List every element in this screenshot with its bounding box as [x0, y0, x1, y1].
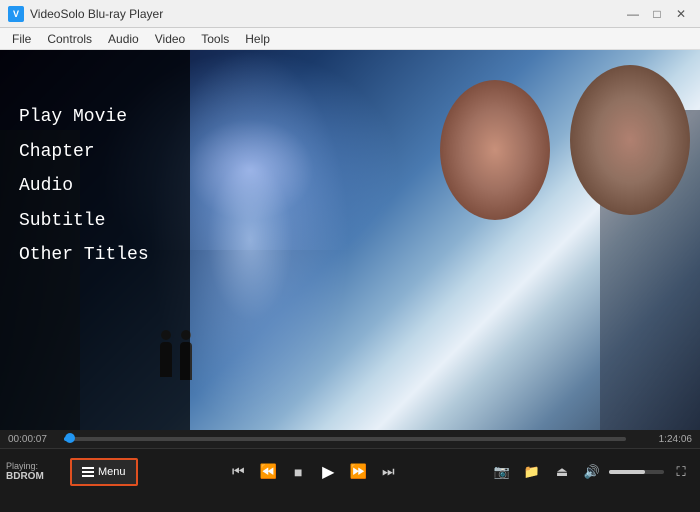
stop-button[interactable]: ■ [284, 458, 312, 486]
right-controls: 📷 📁 ⏏ 🔊 ⛶ [489, 459, 694, 485]
playing-label: Playing: [6, 461, 66, 471]
rewind-button[interactable]: ⏪ [254, 458, 282, 486]
maximize-button[interactable]: □ [646, 5, 668, 23]
menu-item-audio[interactable]: Audio [100, 30, 147, 48]
menu-line-2 [82, 471, 94, 473]
menu-line-3 [82, 475, 94, 477]
playing-info: Playing: BDROM [6, 461, 66, 482]
time-total: 1:24:06 [632, 434, 692, 445]
prev-button[interactable]: ⏮ [224, 458, 252, 486]
next-button[interactable]: ⏭ [374, 458, 402, 486]
character-woman [420, 70, 570, 390]
volume-button[interactable]: 🔊 [579, 459, 605, 485]
time-current: 00:00:07 [8, 434, 58, 445]
app-title: VideoSolo Blu-ray Player [30, 7, 622, 21]
menu-item-video[interactable]: Video [147, 30, 193, 48]
transport-controls: ⏮ ⏪ ■ ▶ ⏩ ⏭ [224, 458, 402, 486]
volume-track[interactable] [609, 470, 664, 474]
window-controls: — □ ✕ [622, 5, 692, 23]
context-menu-item-chapter[interactable]: Chapter [15, 135, 153, 170]
man-face-oval [570, 65, 690, 215]
context-menu-item-other-titles[interactable]: Other Titles [15, 238, 153, 273]
minimize-button[interactable]: — [622, 5, 644, 23]
volume-fill [609, 470, 645, 474]
screenshot-button[interactable]: 📷 [489, 459, 515, 485]
menu-icon [82, 467, 94, 477]
volume-control: 🔊 [579, 459, 664, 485]
app-logo: V [8, 6, 24, 22]
playing-source: BDROM [6, 471, 66, 482]
context-menu: Play MovieChapterAudioSubtitleOther Titl… [15, 100, 153, 273]
fullscreen-button[interactable]: ⛶ [668, 459, 694, 485]
fast-forward-button[interactable]: ⏩ [344, 458, 372, 486]
menu-item-help[interactable]: Help [237, 30, 278, 48]
context-menu-item-play-movie[interactable]: Play Movie [15, 100, 153, 135]
menu-item-file[interactable]: File [4, 30, 39, 48]
folder-button[interactable]: 📁 [519, 459, 545, 485]
menu-label: Menu [98, 466, 126, 478]
controls-bar: Playing: BDROM Menu ⏮ ⏪ ■ ▶ ⏩ ⏭ 📷 📁 ⏏ 🔊 [0, 448, 700, 494]
context-menu-item-subtitle[interactable]: Subtitle [15, 204, 153, 239]
character-man [560, 60, 700, 420]
menu-item-tools[interactable]: Tools [193, 30, 237, 48]
logo-text: V [13, 9, 19, 19]
menu-bar: FileControlsAudioVideoToolsHelp [0, 28, 700, 50]
timeline-bar: 00:00:07 1:24:06 [0, 430, 700, 448]
video-area: Play MovieChapterAudioSubtitleOther Titl… [0, 50, 700, 430]
woman-face-oval [440, 80, 550, 220]
menu-item-controls[interactable]: Controls [39, 30, 100, 48]
menu-button[interactable]: Menu [70, 458, 138, 486]
progress-track[interactable] [64, 437, 626, 441]
context-menu-item-audio[interactable]: Audio [15, 169, 153, 204]
eject-button[interactable]: ⏏ [549, 459, 575, 485]
title-bar: V VideoSolo Blu-ray Player — □ ✕ [0, 0, 700, 28]
progress-thumb [65, 433, 75, 443]
close-button[interactable]: ✕ [670, 5, 692, 23]
menu-line-1 [82, 467, 94, 469]
play-button[interactable]: ▶ [314, 458, 342, 486]
